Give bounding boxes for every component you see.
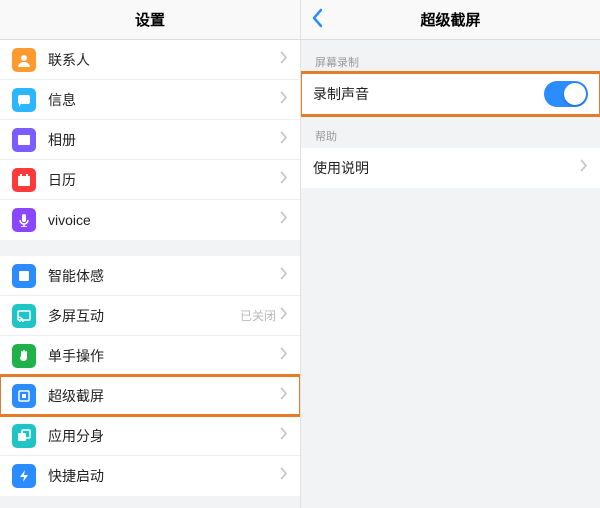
- calendar-icon: [12, 168, 36, 192]
- settings-row-calendar[interactable]: 日历: [0, 160, 300, 200]
- settings-row-hint: 已关闭: [240, 307, 276, 324]
- bolt-icon: [12, 464, 36, 488]
- settings-row-label: 相册: [48, 130, 280, 150]
- super-screenshot-title: 超级截屏: [420, 9, 480, 30]
- chevron-right-icon: [280, 347, 288, 365]
- settings-row-contacts[interactable]: 联系人: [0, 40, 300, 80]
- row-recaudio[interactable]: 录制声音: [301, 74, 600, 114]
- section-header: 帮助: [301, 114, 600, 148]
- settings-row-quick[interactable]: 快捷启动: [0, 456, 300, 496]
- settings-row-label: 单手操作: [48, 346, 280, 366]
- row-manual[interactable]: 使用说明: [301, 148, 600, 188]
- chevron-right-icon: [280, 307, 288, 325]
- settings-row-onehand[interactable]: 单手操作: [0, 336, 300, 376]
- hand-icon: [12, 344, 36, 368]
- settings-row-label: 快捷启动: [48, 466, 280, 486]
- toggle-recaudio[interactable]: [544, 81, 588, 107]
- chevron-right-icon: [280, 91, 288, 109]
- square-icon: [12, 264, 36, 288]
- settings-row-label: 超级截屏: [48, 386, 280, 406]
- settings-row-photos[interactable]: 相册: [0, 120, 300, 160]
- chat-icon: [12, 88, 36, 112]
- settings-row-multiscr[interactable]: 多屏互动已关闭: [0, 296, 300, 336]
- super-screenshot-header: 超级截屏: [301, 0, 600, 40]
- settings-row-label: 日历: [48, 170, 280, 190]
- chevron-right-icon: [580, 159, 588, 177]
- cast-icon: [12, 304, 36, 328]
- settings-title: 设置: [135, 9, 165, 30]
- settings-row-sscreen[interactable]: 超级截屏: [0, 376, 300, 416]
- super-screenshot-list[interactable]: 屏幕录制录制声音帮助使用说明: [301, 40, 600, 508]
- settings-row-vivoice[interactable]: vivoice: [0, 200, 300, 240]
- photo-icon: [12, 128, 36, 152]
- settings-row-label: 联系人: [48, 50, 280, 70]
- settings-row-label: 多屏互动: [48, 306, 240, 326]
- chevron-right-icon: [280, 211, 288, 229]
- chevron-right-icon: [280, 171, 288, 189]
- chevron-right-icon: [280, 467, 288, 485]
- chevron-right-icon: [280, 51, 288, 69]
- person-icon: [12, 48, 36, 72]
- row-label: 使用说明: [313, 158, 580, 178]
- section-header: 屏幕录制: [301, 40, 600, 74]
- chevron-right-icon: [280, 267, 288, 285]
- super-screenshot-pane: 超级截屏 屏幕录制录制声音帮助使用说明: [300, 0, 600, 508]
- mic-icon: [12, 208, 36, 232]
- settings-row-label: vivoice: [48, 212, 280, 228]
- settings-header: 设置: [0, 0, 300, 40]
- clone-icon: [12, 424, 36, 448]
- settings-list[interactable]: 联系人信息相册日历 vivoice 智能体感多屏互动已关闭单手操作超级截屏应用分身快…: [0, 40, 300, 508]
- chevron-right-icon: [280, 427, 288, 445]
- settings-pane: 设置 联系人信息相册日历 vivoice 智能体感多屏互动已关闭单手操作超级截屏应用…: [0, 0, 300, 508]
- settings-row-messages[interactable]: 信息: [0, 80, 300, 120]
- chevron-right-icon: [280, 387, 288, 405]
- row-label: 录制声音: [313, 84, 544, 104]
- settings-row-smart[interactable]: 智能体感: [0, 256, 300, 296]
- back-button[interactable]: [311, 8, 323, 33]
- settings-row-label: 应用分身: [48, 426, 280, 446]
- settings-row-label: 智能体感: [48, 266, 280, 286]
- settings-row-label: 信息: [48, 90, 280, 110]
- screenshot-icon: [12, 384, 36, 408]
- settings-row-clone[interactable]: 应用分身: [0, 416, 300, 456]
- chevron-right-icon: [280, 131, 288, 149]
